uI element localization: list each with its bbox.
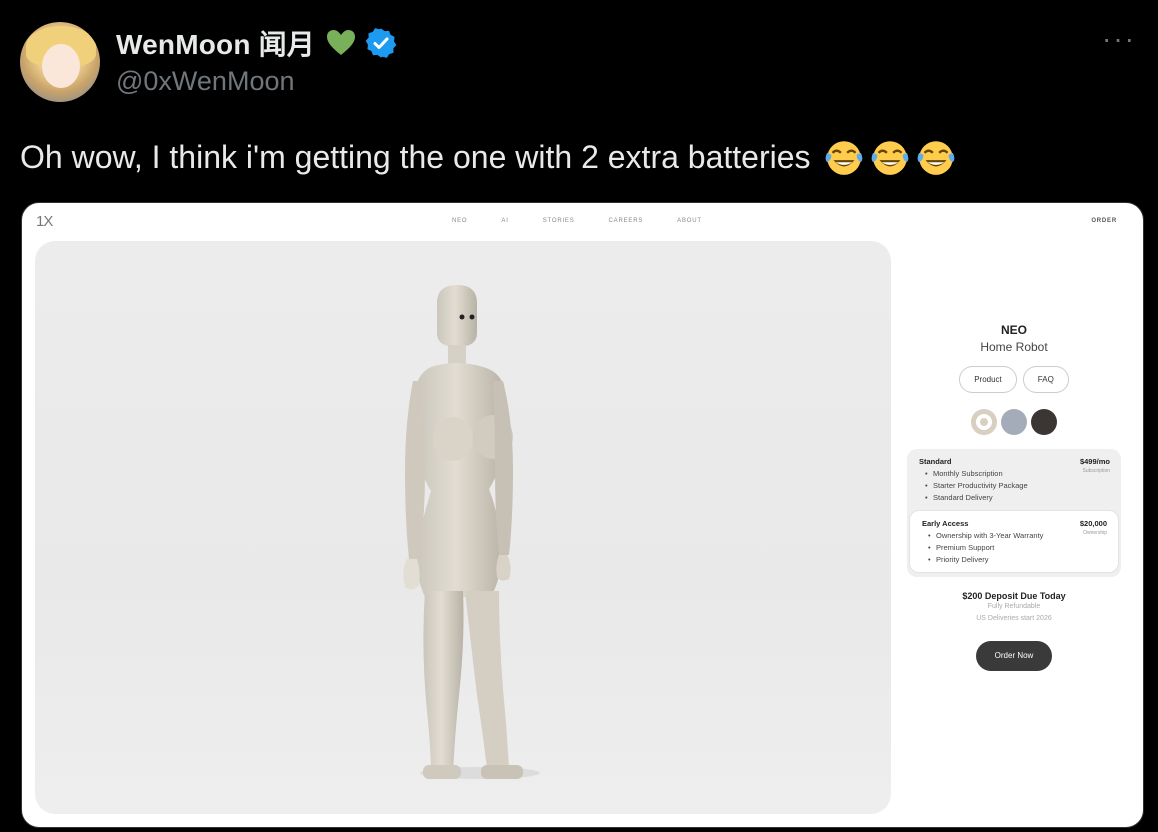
tab-product: Product bbox=[959, 366, 1017, 393]
more-options-icon[interactable]: ··· bbox=[1102, 25, 1136, 53]
site-logo: 1X bbox=[36, 213, 53, 230]
plan-feature: Priority Delivery bbox=[922, 554, 1108, 566]
nav-item-stories: STORIES bbox=[542, 218, 575, 224]
green-heart-icon bbox=[327, 30, 356, 55]
color-swatch-beige bbox=[971, 409, 997, 435]
tab-faq: FAQ bbox=[1022, 366, 1069, 393]
tweet-text-row: Oh wow, I think i'm getting the one with… bbox=[20, 136, 957, 178]
plan-price-value: $499/mo bbox=[1079, 457, 1110, 466]
plan-features: Monthly Subscription Starter Productivit… bbox=[919, 468, 1111, 504]
nav-item-ai: AI bbox=[501, 218, 509, 224]
plan-early-access: Early Access $20,000 Ownership Ownership… bbox=[909, 510, 1119, 573]
plan-feature: Standard Delivery bbox=[919, 492, 1111, 504]
site-nav: NEO AI STORIES CAREERS ABOUT bbox=[452, 218, 702, 224]
tears-of-joy-emoji-icon bbox=[871, 141, 908, 175]
deposit-text: $200 Deposit Due Today bbox=[962, 591, 1066, 601]
user-handle[interactable]: @0xWenMoon bbox=[116, 66, 295, 97]
product-title: NEO bbox=[1000, 323, 1027, 337]
humanoid-robot-figure bbox=[403, 285, 540, 779]
product-tabs: Product FAQ bbox=[907, 366, 1121, 393]
nav-item-neo: NEO bbox=[452, 218, 468, 224]
nav-item-about: ABOUT bbox=[677, 218, 702, 224]
refund-note: Fully Refundable bbox=[987, 603, 1041, 610]
avatar-face bbox=[42, 44, 80, 88]
color-swatches bbox=[907, 409, 1121, 435]
robot-product-image bbox=[35, 241, 891, 814]
tears-of-joy-emoji-icon bbox=[917, 141, 954, 175]
plan-features: Ownership with 3-Year Warranty Premium S… bbox=[922, 530, 1108, 566]
nav-order-link: ORDER bbox=[1091, 218, 1117, 224]
tears-of-joy-emoji-icon bbox=[825, 141, 862, 175]
plan-feature: Ownership with 3-Year Warranty bbox=[922, 530, 1108, 542]
plan-price-value: $20,000 bbox=[1079, 519, 1107, 528]
color-swatch-blue-gray bbox=[1001, 409, 1027, 435]
nav-item-careers: CAREERS bbox=[608, 218, 644, 224]
tweet-text: Oh wow, I think i'm getting the one with… bbox=[20, 138, 811, 175]
tweet-media-image[interactable]: 1X NEO AI STORIES CAREERS ABOUT ORDER NE… bbox=[21, 202, 1144, 828]
display-name[interactable]: WenMoon 闻月 bbox=[116, 23, 315, 63]
plan-options: Standard $499/mo Subscription Monthly Su… bbox=[907, 449, 1121, 577]
delivery-note: US Deliveries start 2026 bbox=[976, 615, 1052, 622]
avatar[interactable] bbox=[20, 22, 100, 102]
product-subtitle: Home Robot bbox=[980, 340, 1048, 354]
plan-feature: Starter Productivity Package bbox=[919, 480, 1111, 492]
author-row: WenMoon 闻月 bbox=[116, 26, 397, 60]
product-panel: NEO Home Robot Product FAQ Standard $499… bbox=[907, 323, 1121, 671]
plan-feature: Monthly Subscription bbox=[919, 468, 1111, 480]
color-swatch-dark-brown bbox=[1031, 409, 1057, 435]
plan-standard: Standard $499/mo Subscription Monthly Su… bbox=[907, 449, 1121, 510]
verified-badge-icon[interactable] bbox=[365, 27, 397, 59]
order-now-button: Order Now bbox=[976, 641, 1052, 671]
plan-feature: Premium Support bbox=[922, 542, 1108, 554]
